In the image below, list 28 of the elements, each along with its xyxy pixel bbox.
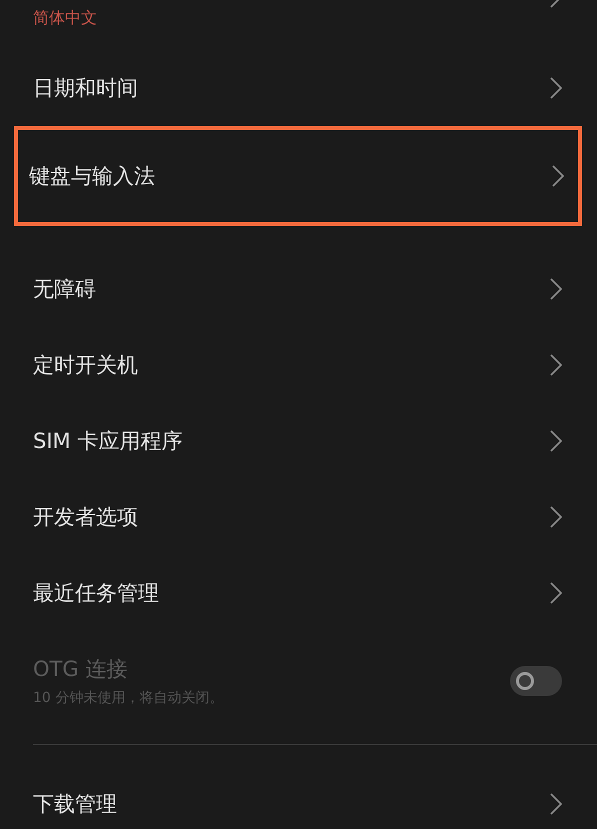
chevron-icon: [552, 165, 564, 187]
chevron-icon: [550, 354, 562, 376]
row-title: 键盘与输入法: [29, 163, 156, 190]
row-title: 无障碍: [33, 276, 97, 303]
chevron-icon: [550, 793, 562, 815]
settings-row[interactable]: 开发者选项: [0, 479, 597, 555]
row-title: SIM 卡应用程序: [33, 428, 184, 455]
row-value: 简体中文: [33, 8, 98, 29]
settings-row[interactable]: 下载管理: [0, 766, 597, 829]
settings-row[interactable]: 键盘与输入法: [14, 126, 582, 226]
settings-row[interactable]: 最近任务管理: [0, 555, 597, 631]
chevron-icon: [550, 430, 562, 452]
chevron-icon: [550, 278, 562, 300]
row-title: 日期和时间: [33, 75, 139, 102]
row-title: OTG 连接: [33, 656, 128, 683]
row-subtitle: 10 分钟未使用，将自动关闭。: [33, 689, 224, 707]
row-title: 最近任务管理: [33, 580, 160, 607]
settings-row[interactable]: SIM 卡应用程序: [0, 403, 597, 479]
settings-row[interactable]: 定时开关机: [0, 327, 597, 403]
settings-row[interactable]: 无障碍: [0, 251, 597, 327]
row-title: 下载管理: [33, 791, 118, 818]
row-title: 定时开关机: [33, 352, 139, 379]
chevron-icon: [550, 77, 562, 99]
settings-row[interactable]: 日期和时间: [0, 50, 597, 126]
row-title: 开发者选项: [33, 504, 139, 531]
chevron-icon: [550, 582, 562, 604]
chevron-icon: [550, 506, 562, 528]
settings-row[interactable]: 简体中文: [0, 0, 597, 50]
